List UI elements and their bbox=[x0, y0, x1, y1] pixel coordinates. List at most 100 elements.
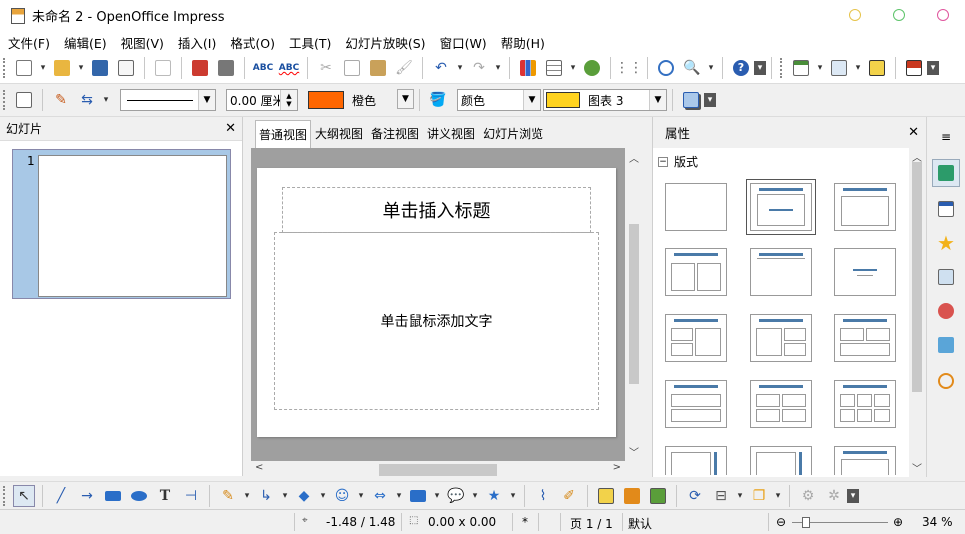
arrow-style-icon[interactable]: ⇆ bbox=[76, 89, 98, 111]
minimize-dot-icon[interactable] bbox=[849, 9, 861, 21]
area-color-select[interactable]: 图表 3 ▼ bbox=[543, 89, 667, 111]
menu-tools[interactable]: 工具(T) bbox=[285, 33, 335, 52]
paste-icon[interactable] bbox=[367, 57, 389, 79]
layouts-section-header[interactable]: − 版式 bbox=[658, 153, 698, 170]
points-icon[interactable]: ⌇ bbox=[532, 485, 554, 507]
slide-layout-dropdown-arrow-icon[interactable]: ▾ bbox=[852, 57, 864, 79]
redo-icon[interactable]: ↷ bbox=[468, 57, 490, 79]
scroll-down-icon[interactable]: ﹀ bbox=[912, 460, 922, 475]
spellcheck-icon[interactable]: ABC bbox=[252, 57, 274, 79]
navigator-icon[interactable] bbox=[655, 57, 677, 79]
layout-title-two-content-stacked-left[interactable] bbox=[665, 314, 727, 362]
new-dropdown-arrow-icon[interactable]: ▾ bbox=[37, 57, 49, 79]
arrow-style-dropdown-arrow-icon[interactable]: ▾ bbox=[100, 89, 112, 111]
horizontal-scrollbar[interactable]: < > bbox=[251, 461, 625, 477]
zoom-slider-thumb[interactable] bbox=[802, 517, 810, 528]
layout-centered-text[interactable] bbox=[834, 248, 896, 296]
vertical-scroll-thumb[interactable] bbox=[629, 224, 639, 384]
table-dropdown-arrow-icon[interactable]: ▾ bbox=[567, 57, 579, 79]
menu-edit[interactable]: 编辑(E) bbox=[60, 33, 111, 52]
line-icon[interactable]: ✎ bbox=[50, 89, 72, 111]
maximize-dot-icon[interactable] bbox=[893, 9, 905, 21]
select-arrow-icon[interactable]: ↖ bbox=[13, 484, 35, 507]
arrange-icon[interactable]: ❐ bbox=[748, 485, 770, 507]
block-arrows-icon[interactable]: ⇔ bbox=[369, 485, 391, 507]
table-icon[interactable] bbox=[543, 57, 565, 79]
email-icon[interactable] bbox=[115, 57, 137, 79]
align-dropdown-arrow-icon[interactable]: ▾ bbox=[734, 485, 746, 507]
layout-title-two-content[interactable] bbox=[665, 248, 727, 296]
slides-panel-splitter[interactable] bbox=[243, 117, 251, 477]
scroll-left-icon[interactable]: < bbox=[255, 462, 263, 473]
callouts-dropdown-arrow-icon[interactable]: ▾ bbox=[469, 485, 481, 507]
area-style-select[interactable]: 颜色 ▼ bbox=[457, 89, 541, 111]
toolbar-grip[interactable] bbox=[3, 58, 7, 78]
styles-deck-icon[interactable] bbox=[932, 297, 960, 325]
line-tool-icon[interactable]: ╱ bbox=[50, 485, 72, 507]
export-pdf-icon[interactable] bbox=[189, 57, 211, 79]
zoom-in-icon[interactable]: ⊕ bbox=[893, 515, 903, 529]
help-icon[interactable]: ? bbox=[730, 57, 752, 79]
properties-splitter[interactable] bbox=[643, 117, 652, 477]
stars-dropdown-arrow-icon[interactable]: ▾ bbox=[507, 485, 519, 507]
redo-dropdown-arrow-icon[interactable]: ▾ bbox=[492, 57, 504, 79]
extrusion-icon[interactable]: ⚙ bbox=[797, 485, 819, 507]
layout-title-two-top-content[interactable] bbox=[834, 314, 896, 362]
new-document-icon[interactable] bbox=[13, 57, 35, 79]
line-width-field[interactable]: 0.00 厘米 ▲ ▼ bbox=[226, 89, 298, 111]
scroll-up-icon[interactable]: ︿ bbox=[629, 150, 639, 165]
layout-vertical-title-text[interactable] bbox=[665, 446, 727, 475]
close-dot-icon[interactable] bbox=[937, 9, 949, 21]
insert-image-icon[interactable] bbox=[621, 485, 643, 507]
connector-tool-icon[interactable]: ↳ bbox=[255, 485, 277, 507]
layout-vertical-title-text-chart[interactable] bbox=[750, 446, 812, 475]
slideshow-icon[interactable] bbox=[903, 57, 925, 79]
arrange-dropdown-arrow-icon[interactable]: ▾ bbox=[772, 485, 784, 507]
effects-icon[interactable]: ✲ bbox=[823, 485, 845, 507]
edit-file-icon[interactable] bbox=[152, 57, 174, 79]
slide-canvas[interactable]: 单击插入标题 单击鼠标添加文字 bbox=[251, 148, 625, 461]
body-placeholder[interactable]: 单击鼠标添加文字 bbox=[274, 232, 599, 410]
layout-title-vertical-text[interactable] bbox=[834, 446, 896, 475]
close-icon[interactable]: ✕ bbox=[225, 121, 236, 136]
layout-title-only[interactable] bbox=[750, 248, 812, 296]
zoom-out-icon[interactable]: ⊖ bbox=[776, 515, 786, 529]
align-icon[interactable]: ⊟ bbox=[710, 485, 732, 507]
menu-slideshow[interactable]: 幻灯片放映(S) bbox=[341, 33, 429, 52]
callouts-icon[interactable]: 💬 bbox=[445, 485, 467, 507]
tab-normal[interactable]: 普通视图 bbox=[255, 120, 312, 148]
collapse-icon[interactable]: − bbox=[658, 156, 668, 167]
dimension-line-icon[interactable]: ⊣ bbox=[180, 485, 202, 507]
menu-file[interactable]: 文件(F) bbox=[4, 33, 54, 52]
slide-thumbnail-item[interactable]: 1 bbox=[12, 149, 231, 299]
slide-layout-icon[interactable] bbox=[828, 57, 850, 79]
glue-points-icon[interactable]: ✐ bbox=[558, 485, 580, 507]
close-icon[interactable]: ✕ bbox=[908, 125, 919, 140]
layout-title-content[interactable] bbox=[746, 179, 816, 235]
navigator-deck-icon[interactable] bbox=[932, 367, 960, 395]
vertical-scrollbar[interactable]: ︿ ﹀ bbox=[625, 148, 643, 461]
curve-dropdown-arrow-icon[interactable]: ▾ bbox=[241, 485, 253, 507]
tab-slide-sorter[interactable]: 幻灯片浏览 bbox=[479, 119, 547, 148]
properties-scroll-thumb[interactable] bbox=[912, 162, 922, 392]
line-arrow-tool-icon[interactable]: → bbox=[76, 485, 98, 507]
fontwork-icon[interactable] bbox=[595, 485, 617, 507]
flowchart-dropdown-arrow-icon[interactable]: ▾ bbox=[431, 485, 443, 507]
layout-title-four-content[interactable] bbox=[750, 380, 812, 428]
shadow-icon[interactable] bbox=[680, 89, 702, 111]
rectangle-tool-icon[interactable] bbox=[102, 485, 124, 507]
layout-title-content-two-right[interactable] bbox=[750, 314, 812, 362]
undo-dropdown-arrow-icon[interactable]: ▾ bbox=[454, 57, 466, 79]
chart-icon[interactable] bbox=[517, 57, 539, 79]
save-icon[interactable] bbox=[89, 57, 111, 79]
gallery-deck-icon[interactable] bbox=[932, 331, 960, 359]
sidebar-menu-icon[interactable]: ≡ bbox=[932, 123, 960, 151]
layout-title-content-over-content[interactable] bbox=[665, 380, 727, 428]
slide-page[interactable]: 单击插入标题 单击鼠标添加文字 bbox=[257, 168, 616, 437]
toolbar2-overflow-icon[interactable]: ▾ bbox=[927, 61, 939, 75]
modified-indicator[interactable]: * bbox=[522, 515, 528, 529]
slide-design-icon[interactable] bbox=[866, 57, 888, 79]
new-slide-icon[interactable] bbox=[790, 57, 812, 79]
cut-icon[interactable]: ✂ bbox=[315, 57, 337, 79]
styles-icon[interactable] bbox=[13, 89, 35, 111]
